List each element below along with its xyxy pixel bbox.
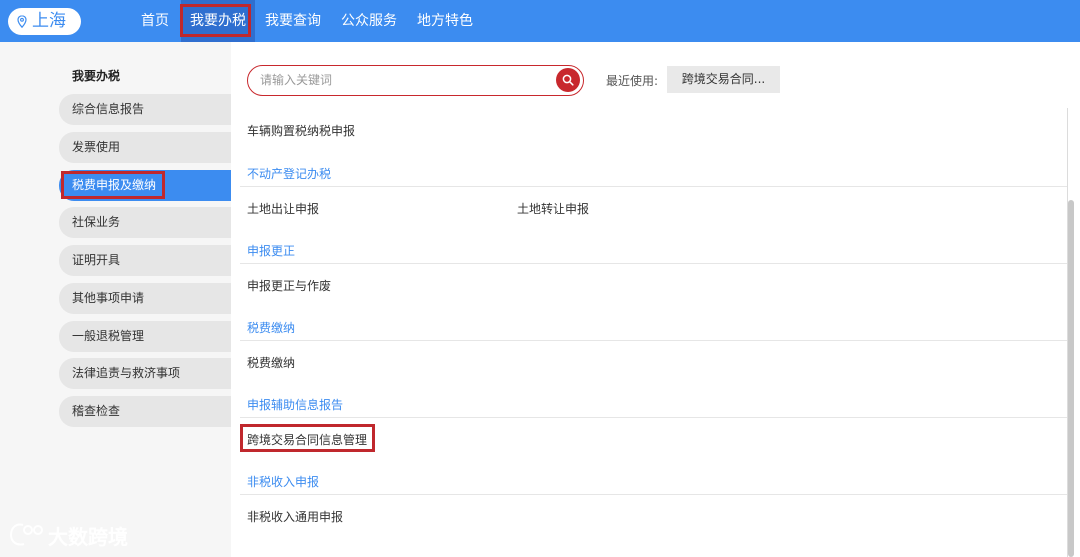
search-placeholder: 请输入关键词 xyxy=(260,73,333,87)
sidebar-item-other-applications[interactable]: 其他事项申请 xyxy=(59,283,231,314)
item-correction-void[interactable]: 申报更正与作废 xyxy=(247,277,331,294)
watermark: 大数跨境 xyxy=(8,520,128,550)
sidebar-item-general-info-report[interactable]: 综合信息报告 xyxy=(59,94,231,125)
item-vehicle-purchase-tax[interactable]: 车辆购置税纳税申报 xyxy=(247,122,355,139)
nav-home[interactable]: 首页 xyxy=(141,0,169,42)
category-real-estate: 不动产登记办税 xyxy=(247,167,332,181)
category-divider xyxy=(240,494,1067,495)
watermark-logo-icon xyxy=(10,523,43,546)
location-selector[interactable]: 上海 xyxy=(8,8,81,35)
top-nav-bar: 上海 首页 我要办税 我要查询 公众服务 地方特色 xyxy=(0,0,1080,42)
item-tax-payment[interactable]: 税费缴纳 xyxy=(247,354,295,371)
sidebar-item-certificate[interactable]: 证明开具 xyxy=(59,245,231,276)
sidebar-item-tax-refund[interactable]: 一般退税管理 xyxy=(59,321,231,352)
sidebar-item-invoice-use[interactable]: 发票使用 xyxy=(59,132,231,163)
sidebar-title: 我要办税 xyxy=(72,69,121,83)
nav-public-service[interactable]: 公众服务 xyxy=(341,0,397,42)
category-divider xyxy=(240,186,1067,187)
recent-used-chip[interactable]: 跨境交易合同... xyxy=(667,66,780,93)
item-highlight-box xyxy=(240,424,375,452)
category-divider xyxy=(240,340,1067,341)
watermark-text: 大数跨境 xyxy=(48,524,128,549)
item-nontax-general[interactable]: 非税收入通用申报 xyxy=(247,508,343,525)
nav-query[interactable]: 我要查询 xyxy=(265,0,321,42)
sidebar-highlight-box xyxy=(61,171,165,199)
nav-highlight-box xyxy=(180,4,251,37)
category-aux-report: 申报辅助信息报告 xyxy=(247,398,344,412)
recent-used-label: 最近使用: xyxy=(606,74,659,88)
category-nontax: 非税收入申报 xyxy=(247,475,320,489)
sidebar-item-inspection[interactable]: 稽查检查 xyxy=(59,396,231,427)
sidebar-item-social-security[interactable]: 社保业务 xyxy=(59,207,231,238)
item-land-transfer[interactable]: 土地转让申报 xyxy=(517,200,589,217)
location-pin-icon xyxy=(17,15,27,28)
sidebar-item-legal-remedy[interactable]: 法律追责与救济事项 xyxy=(59,358,231,389)
nav-local-feature[interactable]: 地方特色 xyxy=(417,0,473,42)
category-payment: 税费缴纳 xyxy=(247,321,296,335)
content-scrollbar[interactable] xyxy=(1068,200,1074,557)
category-correction: 申报更正 xyxy=(247,244,296,258)
category-divider xyxy=(240,263,1067,264)
item-land-grant[interactable]: 土地出让申报 xyxy=(247,200,319,217)
search-button[interactable] xyxy=(556,68,580,92)
search-icon xyxy=(562,74,574,86)
search-input[interactable]: 请输入关键词 xyxy=(247,65,584,96)
category-divider xyxy=(240,417,1067,418)
location-city: 上海 xyxy=(32,11,66,31)
